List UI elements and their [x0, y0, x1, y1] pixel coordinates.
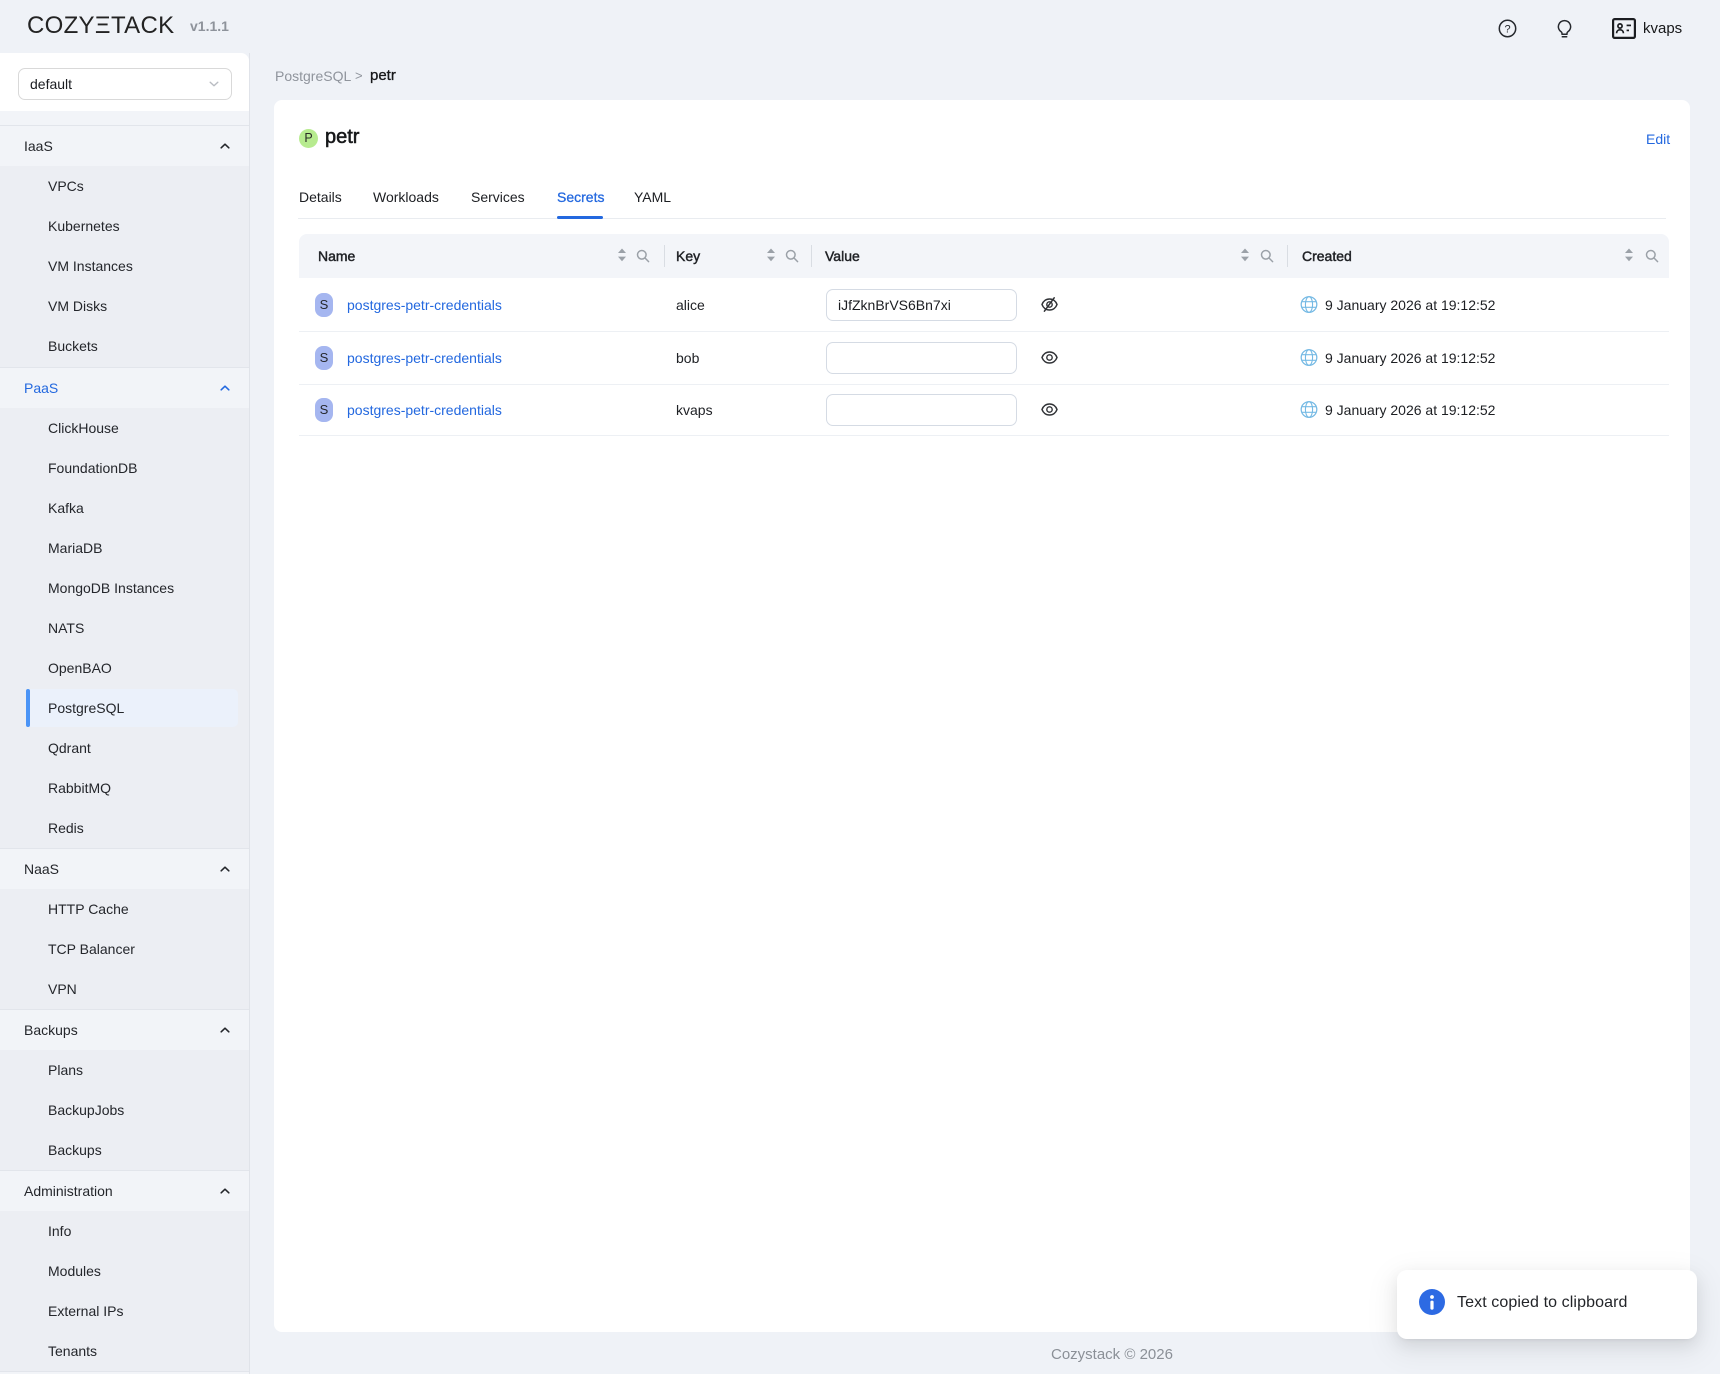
svg-text:?: ? [1504, 23, 1510, 35]
